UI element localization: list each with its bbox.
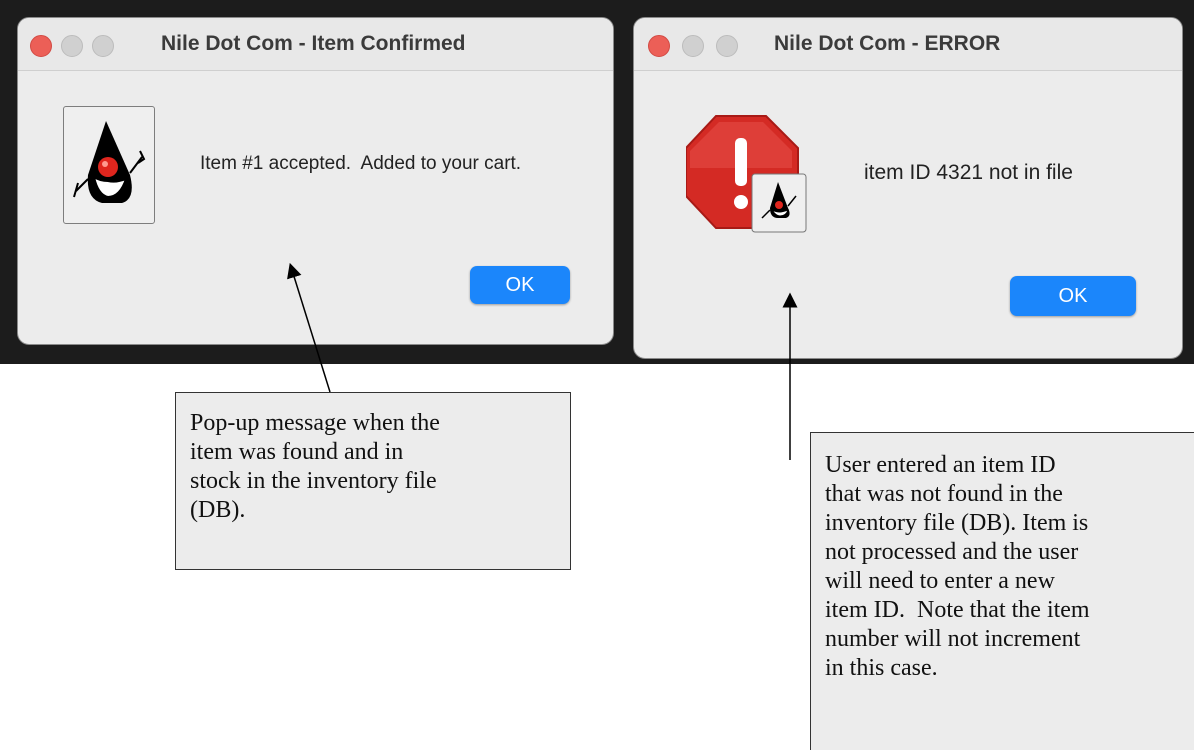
arrow-to-confirmed-dialog (287, 262, 331, 393)
callout-item-found: Pop-up message when the item was found a… (175, 392, 571, 570)
callout-item-not-found: User entered an item ID that was not fou… (810, 432, 1194, 750)
